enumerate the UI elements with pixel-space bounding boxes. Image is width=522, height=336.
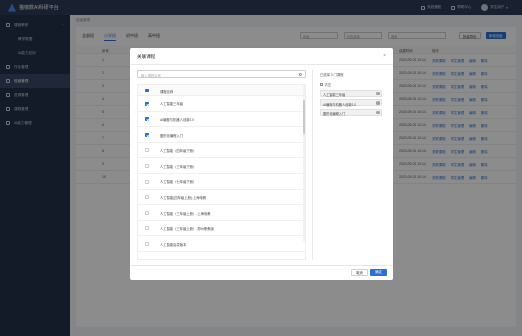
course-checkbox[interactable] [145,226,149,231]
remove-icon[interactable]: × [375,110,380,115]
course-name: AI编程与机器人创新2.0 [160,117,195,122]
course-name: 图形化编程入门 [160,133,184,138]
course-checkbox[interactable] [145,101,149,106]
course-name: 人工智能(四年级上册)-上海电教 [160,195,207,200]
course-name: 人工智能（七年级下册） [160,180,197,185]
select-all-checkbox[interactable] [145,88,149,92]
trash-icon [320,82,323,87]
divider [312,70,313,260]
course-row[interactable]: 图形化编程入门 [138,127,305,143]
selected-course-tag: 图形化编程入门 × [320,108,382,116]
course-list: 课程名称 人工智能三年级 AI编程与机器人创新2.0 图形化编程入门人工智能（四年级… [137,84,306,260]
selected-panel: 已选择 3 门课程 清空 人工智能三年级 × AI编程与机器人创新2.0 × 图形化编程… [320,70,386,116]
course-row[interactable]: 人工智能（三年级上册）-郑州职教版 [138,221,305,237]
course-name: 人工智能启蒙版本 [160,242,187,247]
course-row[interactable]: 人工智能（三年级下册） [138,158,305,174]
confirm-button[interactable]: 确定 [370,269,387,276]
course-checkbox[interactable] [145,148,149,153]
cancel-button[interactable]: 取消 [351,269,368,276]
course-checkbox[interactable] [145,210,149,215]
modal-title: 关联课程 [137,54,156,59]
course-row[interactable]: 人工智能三年级 [138,96,305,112]
course-name: 人工智能（三年级上册）-上海电教 [160,211,211,216]
divider [130,265,393,266]
course-list-header: 课程名称 [138,85,305,96]
close-icon[interactable]: × [383,53,386,59]
course-search-input[interactable]: 输入课程名称 [137,70,306,78]
course-checkbox[interactable] [145,241,149,246]
clear-button[interactable]: 清空 [320,82,386,87]
course-checkbox[interactable] [145,132,149,137]
course-row[interactable]: 人工智能启蒙版本 [138,236,305,252]
course-checkbox[interactable] [145,163,149,168]
course-name: 人工智能（三年级上册）-郑州职教版 [160,227,214,232]
course-checkbox[interactable] [145,195,149,200]
course-picker: 输入课程名称 课程名称 人工智能三年级 AI编程与机器人创新2.0 图形化编程入门人… [137,70,314,260]
course-name: 人工智能三年级 [160,102,184,107]
associate-course-modal: 关联课程 × 输入课程名称 课程名称 人工智能三年级 AI编程与机器人创新2.0 图… [130,48,393,280]
remove-icon[interactable]: × [375,91,380,96]
search-icon[interactable] [298,72,302,76]
remove-icon[interactable]: × [375,101,380,105]
course-checkbox[interactable] [145,179,149,184]
course-name: 人工智能（三年级下册） [160,164,197,169]
course-row[interactable]: 人工智能(四年级上册)-上海电教 [138,190,305,206]
scrollbar-thumb[interactable] [303,100,305,134]
selected-course-tag: AI编程与机器人创新2.0 × [320,99,382,107]
course-checkbox[interactable] [145,117,149,122]
course-row[interactable]: 人工智能（七年级下册） [138,174,305,190]
course-row[interactable]: AI编程与机器人创新2.0 [138,112,305,128]
course-row[interactable]: 人工智能（三年级上册）-上海电教 [138,205,305,221]
course-name: 人工智能（四年级下册） [160,149,197,154]
selected-course-tag: 人工智能三年级 × [320,89,382,97]
course-row[interactable]: 人工智能（四年级下册） [138,143,305,159]
selected-count: 已选择 3 门课程 [320,73,344,77]
divider [130,64,393,65]
